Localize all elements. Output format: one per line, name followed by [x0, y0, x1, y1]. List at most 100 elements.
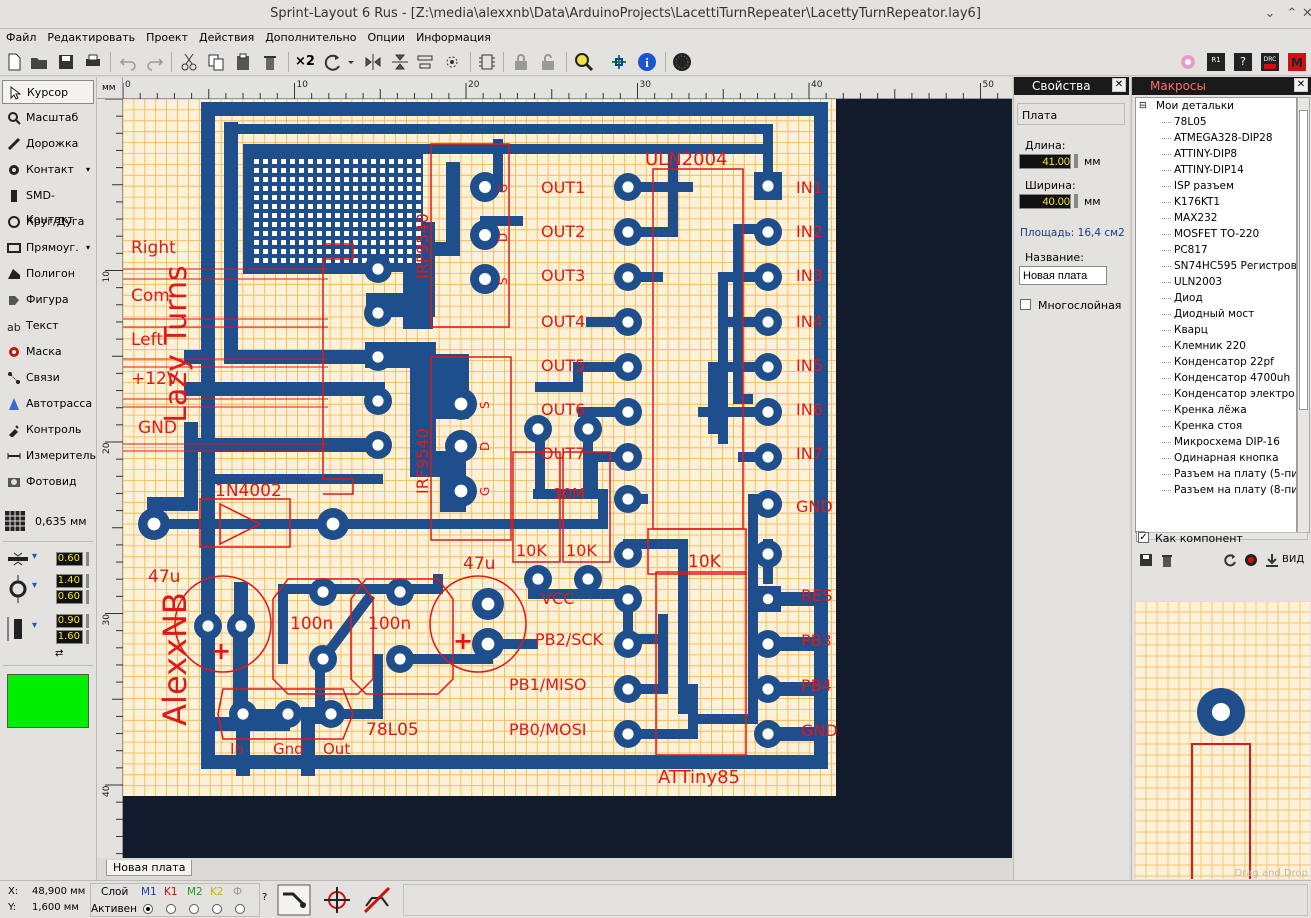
macro-icon[interactable]: M: [1286, 51, 1308, 73]
pad-outer-input[interactable]: 1.40: [56, 574, 83, 588]
copy-icon[interactable]: [205, 51, 227, 73]
layer-m1-radio[interactable]: [143, 904, 153, 914]
snap-crosshair-icon[interactable]: [320, 884, 354, 916]
pcb-canvas[interactable]: Lazy Turns AlexxNB ULN2004 ATTiny85 IRF9540 I…: [123, 99, 1012, 858]
tree-item[interactable]: PC817: [1136, 242, 1296, 258]
tree-item[interactable]: Кварц: [1136, 322, 1296, 338]
duplicate-x2-button[interactable]: ×2: [294, 51, 316, 73]
new-file-icon[interactable]: [3, 51, 25, 73]
lock-icon[interactable]: [510, 51, 532, 73]
pad-inner-input-spinner[interactable]: [86, 590, 89, 604]
macros-tree[interactable]: ⊟ Мои детальки 78L05 ATMEGA328-DIP28 ATTINY-…: [1135, 97, 1297, 533]
tree-item[interactable]: ATTINY-DIP14: [1136, 162, 1296, 178]
text-tool[interactable]: ab| Текст: [2, 314, 94, 338]
redo-icon[interactable]: [144, 51, 166, 73]
zoom-tool[interactable]: Масштаб: [2, 106, 94, 130]
snap-icon[interactable]: [608, 51, 630, 73]
track-width-input-spinner[interactable]: [86, 552, 89, 566]
width-spinner[interactable]: [1074, 194, 1078, 208]
width-input[interactable]: [1019, 194, 1071, 209]
tree-item[interactable]: ULN2003: [1136, 274, 1296, 290]
help-icon[interactable]: ?: [1232, 51, 1254, 73]
layer-k2-label[interactable]: K2: [210, 886, 224, 898]
layer-k1-radio[interactable]: [166, 904, 176, 914]
close-icon[interactable]: ✕: [1294, 78, 1308, 92]
track-tool[interactable]: Дорожка: [2, 132, 94, 156]
polygon-tool[interactable]: Полигон: [2, 262, 94, 286]
tree-item[interactable]: K176KT1: [1136, 194, 1296, 210]
length-input[interactable]: [1019, 154, 1071, 169]
photoview-tool[interactable]: Фотовид: [2, 470, 94, 494]
maximize-button[interactable]: ⌃: [1284, 6, 1300, 22]
menu-info[interactable]: Информация: [410, 29, 496, 44]
menu-project[interactable]: Проект: [140, 29, 193, 44]
track-mode-icon[interactable]: [277, 884, 311, 916]
layer-m2-radio[interactable]: [189, 904, 199, 914]
layer-help[interactable]: ?: [262, 892, 267, 903]
tree-item[interactable]: Конденсатор 22pf: [1136, 354, 1296, 370]
group-icon[interactable]: [441, 51, 463, 73]
length-spinner[interactable]: [1074, 154, 1078, 168]
rotate-dropdown-icon[interactable]: [345, 51, 357, 73]
tree-item[interactable]: Диод: [1136, 290, 1296, 306]
minimize-button[interactable]: ⌄: [1262, 6, 1278, 22]
layer-ф-label[interactable]: Ф: [233, 886, 242, 898]
measure-tool[interactable]: Измеритель: [2, 444, 96, 468]
save-icon[interactable]: [55, 51, 77, 73]
tree-item[interactable]: Диодный мост: [1136, 306, 1296, 322]
layer-color-swatch[interactable]: [7, 674, 89, 728]
print-icon[interactable]: [82, 51, 104, 73]
circle-arc-tool[interactable]: Круг/Дуга: [2, 210, 94, 234]
delete-macro-icon[interactable]: [1159, 552, 1175, 568]
smd-pad-tool[interactable]: SMD-Контакт: [2, 184, 94, 226]
menu-extra[interactable]: Дополнительно: [259, 29, 361, 44]
tree-item[interactable]: Микросхема DIP-16: [1136, 434, 1296, 450]
pad-outer-input-spinner[interactable]: [86, 574, 89, 588]
unlock-icon[interactable]: [537, 51, 559, 73]
pad-inner-input[interactable]: 0.60: [56, 590, 83, 604]
cursor-tool[interactable]: Курсор: [2, 80, 94, 104]
layer-m1-label[interactable]: M1: [141, 886, 157, 898]
pad-type-dropdown[interactable]: ▾: [32, 580, 37, 591]
multilayer-checkbox[interactable]: [1020, 299, 1031, 310]
mask-tool[interactable]: Маска: [2, 340, 94, 364]
import-icon[interactable]: [1264, 552, 1280, 568]
align-icon[interactable]: [414, 51, 436, 73]
connections-tool[interactable]: Связи: [2, 366, 94, 390]
tree-item[interactable]: Клемник 220: [1136, 338, 1296, 354]
tree-item[interactable]: Конденсатор электро: [1136, 386, 1296, 402]
open-folder-icon[interactable]: [28, 51, 50, 73]
rubberband-off-icon[interactable]: [360, 884, 394, 916]
grid-value[interactable]: 0,635 мм: [35, 515, 87, 528]
rectangle-tool[interactable]: Прямоуг. ▾: [2, 236, 94, 260]
tree-item[interactable]: Конденсатор 4700uh: [1136, 370, 1296, 386]
search-icon[interactable]: [573, 51, 595, 73]
gerber-icon[interactable]: [671, 51, 693, 73]
autoroute-tool[interactable]: Автотрасса: [2, 392, 94, 416]
mirror-h-icon[interactable]: [362, 51, 384, 73]
layer-m2-label[interactable]: M2: [187, 886, 203, 898]
as-component-checkbox[interactable]: ✓: [1138, 532, 1149, 543]
cut-icon[interactable]: [178, 51, 200, 73]
menu-options[interactable]: Опции: [361, 29, 410, 44]
board-tab[interactable]: Новая плата: [106, 860, 193, 876]
menu-file[interactable]: Файл: [0, 29, 41, 44]
smd-type-dropdown[interactable]: ▾: [32, 620, 37, 631]
swap-icon[interactable]: ⇄: [55, 648, 63, 659]
drc-icon[interactable]: DRC: [1259, 51, 1281, 73]
tree-item[interactable]: Одинарная кнопка: [1136, 450, 1296, 466]
info-icon[interactable]: i: [636, 51, 658, 73]
grid-icon[interactable]: [5, 511, 25, 531]
shape-tool[interactable]: Фигура: [2, 288, 94, 312]
smd-height-input-spinner[interactable]: [86, 630, 89, 644]
component-icon[interactable]: [476, 51, 498, 73]
rotate-icon[interactable]: [322, 51, 344, 73]
tree-item[interactable]: SN74HC595 Регистровый: [1136, 258, 1296, 274]
pcb-board[interactable]: Lazy TurnsAlexxNBULN2004ATTiny85IRF9540I…: [123, 99, 1012, 858]
view-label[interactable]: ВИД: [1282, 554, 1304, 565]
close-icon[interactable]: ✕: [1112, 78, 1126, 92]
smd-width-input-spinner[interactable]: [86, 614, 89, 628]
smd-height-input[interactable]: 1.60: [56, 630, 83, 644]
pad-tool[interactable]: Контакт ▾: [2, 158, 94, 182]
menu-edit[interactable]: Редактировать: [41, 29, 140, 44]
